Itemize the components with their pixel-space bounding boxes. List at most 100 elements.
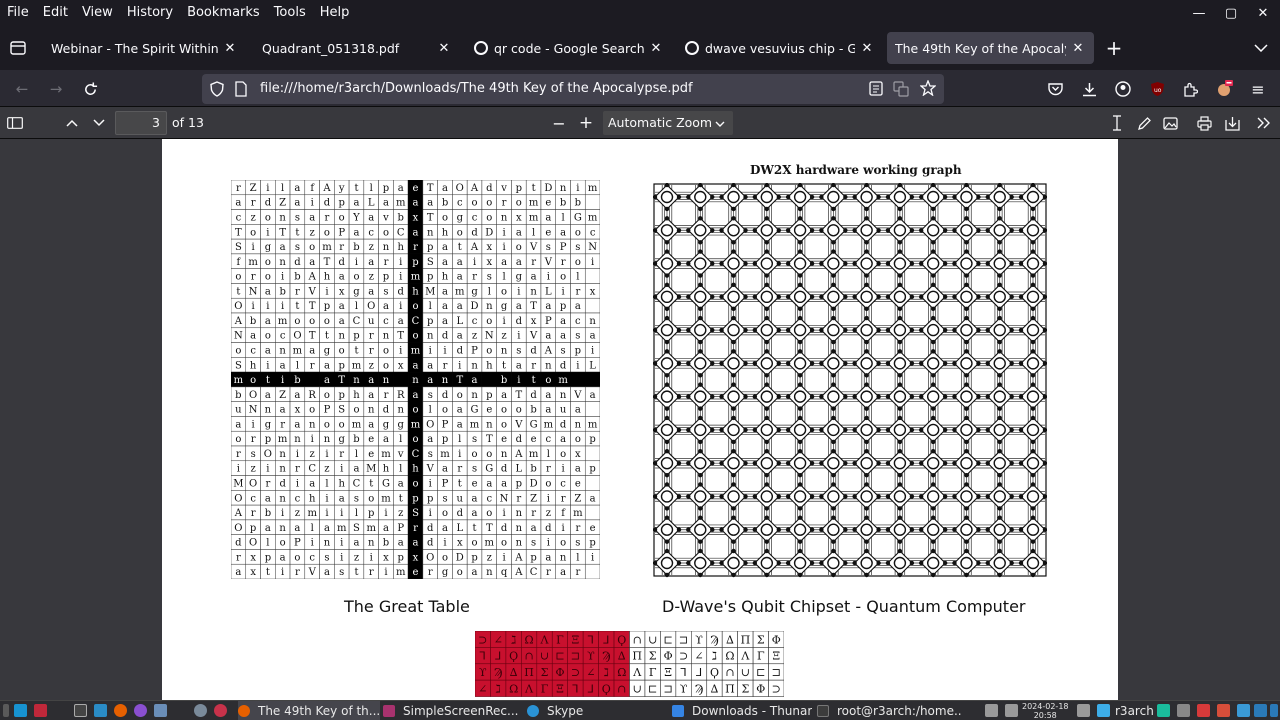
files-launcher-icon[interactable] <box>94 704 107 717</box>
svg-text:b: b <box>530 464 536 475</box>
downloads-icon[interactable] <box>1076 76 1102 102</box>
close-icon[interactable]: ✕ <box>1070 41 1086 56</box>
tab-49th-key[interactable]: The 49th Key of the Apocalypse ✕ <box>887 32 1094 64</box>
app-launcher-icon-3[interactable] <box>214 704 227 717</box>
zoom-select[interactable]: Automatic Zoom <box>603 111 733 135</box>
forward-button[interactable]: → <box>43 76 69 102</box>
svg-text:⅂: ⅂ <box>480 650 486 663</box>
app-launcher-icon[interactable] <box>134 704 147 717</box>
user-name[interactable]: r3arch <box>1115 704 1154 718</box>
tray-icon-6[interactable] <box>1254 704 1267 717</box>
launcher-icon[interactable] <box>34 704 47 717</box>
firefox-launcher-icon[interactable] <box>114 704 127 717</box>
shield-icon[interactable] <box>210 81 224 101</box>
terminal-launcher-icon[interactable] <box>74 704 87 717</box>
tray-icon-2[interactable] <box>1177 704 1190 717</box>
close-icon[interactable]: ✕ <box>648 41 664 56</box>
firefox-view-icon[interactable] <box>5 35 31 61</box>
session-icon[interactable] <box>1157 704 1170 717</box>
back-button[interactable]: ← <box>9 76 35 102</box>
next-page-icon[interactable] <box>87 111 111 135</box>
svg-text:m: m <box>234 375 244 386</box>
menu-view[interactable]: View <box>75 0 120 26</box>
svg-text:d: d <box>442 390 449 401</box>
close-icon[interactable]: ✕ <box>222 41 238 56</box>
svg-text:o: o <box>486 316 492 327</box>
draw-icon[interactable] <box>1132 111 1156 135</box>
clipboard-icon[interactable] <box>1077 704 1090 717</box>
network-icon[interactable] <box>1005 704 1018 717</box>
url-text[interactable]: file:///home/r3arch/Downloads/The 49th K… <box>260 74 693 104</box>
svg-text:m: m <box>440 449 450 460</box>
reload-button[interactable] <box>77 76 103 102</box>
menu-edit[interactable]: Edit <box>36 0 75 26</box>
reader-view-icon[interactable] <box>869 81 883 100</box>
taskbar: The 49th Key of th... SimpleScreenRec...… <box>0 700 1280 720</box>
text-select-icon[interactable] <box>1105 111 1129 135</box>
extensions-icon[interactable] <box>1177 76 1203 102</box>
clock[interactable]: 2024-02-18 20:58 <box>1022 702 1069 720</box>
svg-text:a: a <box>294 419 300 430</box>
taskbar-item-terminal[interactable]: root@r3arch:/home... <box>817 701 962 720</box>
arch-launcher-icon[interactable] <box>14 704 27 717</box>
close-window-button[interactable]: ✕ <box>1246 0 1280 26</box>
svg-text:L: L <box>368 198 375 209</box>
image-icon[interactable] <box>1158 111 1182 135</box>
menu-icon[interactable] <box>3 704 9 717</box>
taskbar-item-skype[interactable]: Skype <box>527 701 667 720</box>
svg-text:i: i <box>281 567 284 578</box>
tray-icon-7[interactable] <box>1270 704 1278 717</box>
sidebar-toggle-icon[interactable] <box>3 111 27 135</box>
pdf-viewer[interactable]: rZilafAytlpaeTaOAdvptDnimardZaidpaLamaab… <box>0 139 1280 700</box>
menu-file[interactable]: File <box>0 0 36 26</box>
menu-tools[interactable]: Tools <box>267 0 313 26</box>
svg-text:r: r <box>251 272 256 283</box>
tab-qr-code-search[interactable]: qr code - Google Search ✕ <box>466 32 672 64</box>
maximize-button[interactable]: ▢ <box>1214 0 1248 26</box>
pocket-icon[interactable] <box>1042 76 1068 102</box>
tools-chevron-icon[interactable] <box>1252 111 1276 135</box>
svg-text:n: n <box>368 538 375 549</box>
close-icon[interactable]: ✕ <box>436 41 452 56</box>
close-icon[interactable]: ✕ <box>859 41 875 56</box>
tray-icon-3[interactable] <box>1197 704 1210 717</box>
tray-icon[interactable] <box>1097 704 1110 717</box>
account-icon[interactable] <box>1110 76 1136 102</box>
app-menu-icon[interactable]: ≡ <box>1245 76 1271 102</box>
page-icon[interactable] <box>235 81 247 101</box>
tab-dwave-search[interactable]: dwave vesuvius chip - Goog ✕ <box>677 32 883 64</box>
tab-title: Webinar - The Spirit Within Cor <box>51 40 218 56</box>
taskbar-item-firefox[interactable]: The 49th Key of th... <box>238 701 380 720</box>
zoom-in-button[interactable]: + <box>574 111 598 135</box>
taskbar-item-thunar[interactable]: Downloads - Thunar <box>672 701 812 720</box>
taskbar-item-screenrecorder[interactable]: SimpleScreenRec... <box>383 701 523 720</box>
svg-text:n: n <box>338 331 345 342</box>
page-number-input[interactable]: 3 <box>115 111 167 135</box>
menu-history[interactable]: History <box>120 0 180 26</box>
save-icon[interactable] <box>1220 111 1244 135</box>
list-tabs-icon[interactable] <box>1248 35 1274 61</box>
url-bar[interactable]: file:///home/r3arch/Downloads/The 49th K… <box>202 74 944 104</box>
zoom-out-button[interactable]: − <box>547 111 571 135</box>
bookmark-star-icon[interactable] <box>919 79 937 100</box>
tab-webinar[interactable]: Webinar - The Spirit Within Cor ✕ <box>43 32 246 64</box>
minimize-button[interactable]: — <box>1182 0 1216 26</box>
search-launcher-icon[interactable] <box>154 704 167 717</box>
svg-text:a: a <box>442 183 448 194</box>
tray-icon-5[interactable] <box>1237 704 1250 717</box>
new-tab-button[interactable]: + <box>1101 35 1127 61</box>
ublock-icon[interactable]: uo <box>1144 76 1170 102</box>
print-icon[interactable] <box>1192 111 1216 135</box>
addon-icon[interactable] <box>1211 76 1237 102</box>
tray-icon-4[interactable] <box>1217 704 1230 717</box>
volume-icon[interactable] <box>985 704 998 717</box>
svg-text:N: N <box>500 493 509 504</box>
app-launcher-icon-2[interactable] <box>194 704 207 717</box>
menu-help[interactable]: Help <box>313 0 357 26</box>
svg-text:p: p <box>368 508 374 519</box>
translate-icon[interactable] <box>893 81 909 101</box>
menu-bookmarks[interactable]: Bookmarks <box>180 0 267 26</box>
svg-text:a: a <box>265 523 271 534</box>
previous-page-icon[interactable] <box>60 111 84 135</box>
tab-quadrant-pdf[interactable]: Quadrant_051318.pdf ✕ <box>254 32 460 64</box>
